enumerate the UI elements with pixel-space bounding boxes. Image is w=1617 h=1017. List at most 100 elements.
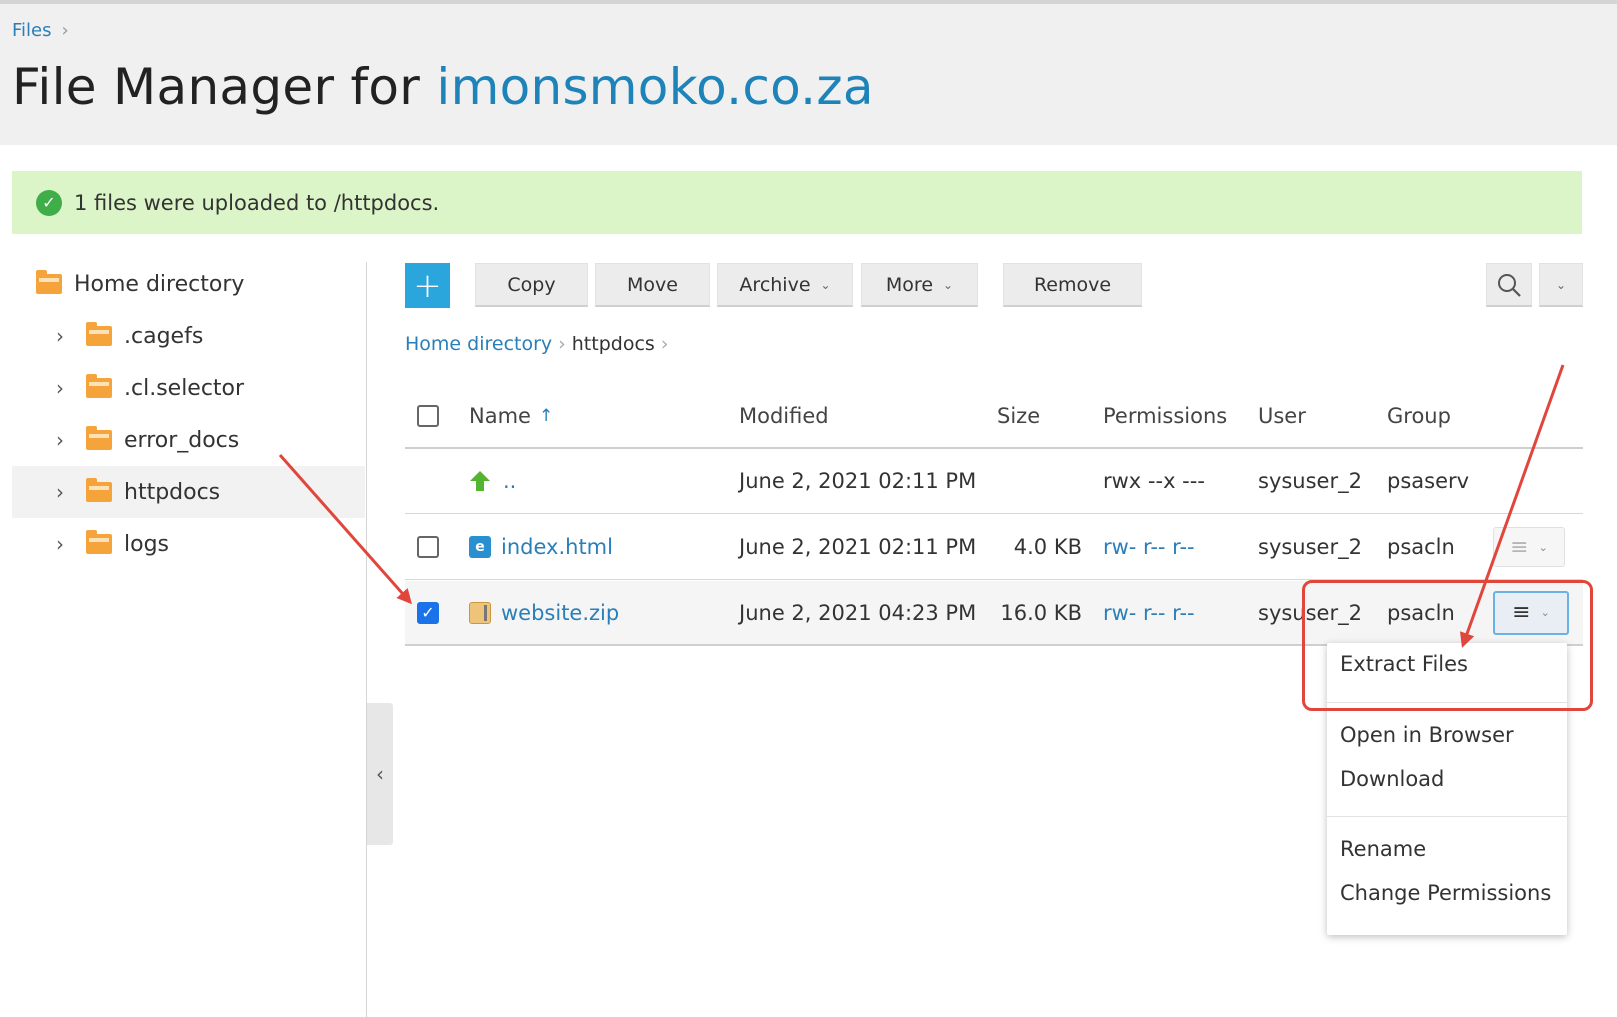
row-actions-menu: Extract Files Open in Browser Download R…: [1327, 643, 1567, 935]
breadcrumb-files-link[interactable]: Files: [12, 20, 52, 41]
parent-directory-icon: [470, 471, 490, 491]
chevron-right-icon[interactable]: ›: [56, 376, 72, 400]
column-header-user[interactable]: User: [1258, 385, 1306, 447]
modified-cell: June 2, 2021 02:11 PM: [739, 469, 977, 493]
tree-item-logs[interactable]: › logs: [12, 518, 365, 570]
parent-directory-link[interactable]: ..: [503, 469, 516, 493]
search-icon: [1498, 273, 1521, 297]
upload-success-message: ✓ 1 files were uploaded to /httpdocs.: [12, 171, 1582, 234]
size-cell: 4.0 KB: [1013, 535, 1082, 559]
archive-button[interactable]: Archive ⌄: [717, 263, 853, 307]
menu-item-rename[interactable]: Rename: [1340, 837, 1426, 861]
file-name-link[interactable]: index.html: [501, 535, 613, 559]
page-title-domain[interactable]: imonsmoko.co.za: [436, 58, 873, 116]
tree-item-home-directory[interactable]: Home directory: [12, 258, 365, 310]
table-row[interactable]: e index.html June 2, 2021 02:11 PM 4.0 K…: [405, 515, 1583, 580]
chevron-down-icon: ⌄: [1538, 540, 1548, 554]
chevron-down-icon: ⌄: [1555, 277, 1567, 292]
zip-file-icon: [469, 601, 491, 624]
tree-item-error-docs[interactable]: › error_docs: [12, 414, 365, 466]
user-cell: sysuser_2: [1258, 535, 1362, 559]
page-title: File Manager for imonsmoko.co.za: [12, 58, 874, 116]
file-name-cell: e index.html: [469, 515, 613, 579]
row-checkbox-cell: ✓: [417, 581, 439, 644]
row-checkbox[interactable]: ✓: [417, 601, 439, 624]
folder-icon: [86, 530, 112, 554]
tree-item-cl-selector[interactable]: › .cl.selector: [12, 362, 365, 414]
column-header-name[interactable]: Name ↑: [469, 385, 553, 447]
group-cell: psacln: [1387, 600, 1455, 625]
collapse-sidebar-handle[interactable]: ‹: [367, 703, 393, 845]
menu-item-open-in-browser[interactable]: Open in Browser: [1340, 723, 1514, 747]
group-cell: psaserv: [1387, 469, 1470, 493]
file-name-cell: website.zip: [469, 581, 619, 644]
row-actions-button[interactable]: ≡ ⌄: [1493, 590, 1569, 635]
table-row[interactable]: ✓ website.zip June 2, 2021 04:23 PM 16.0…: [405, 581, 1583, 646]
tree-item-label: httpdocs: [124, 479, 221, 505]
file-name-cell: ..: [469, 449, 516, 513]
chevron-right-icon[interactable]: ›: [56, 428, 72, 452]
add-button[interactable]: +: [405, 263, 450, 308]
menu-item-download[interactable]: Download: [1340, 767, 1444, 791]
column-header-name-label: Name: [469, 404, 531, 428]
menu-item-change-permissions[interactable]: Change Permissions: [1340, 881, 1551, 905]
permissions-cell: rwx --x ---: [1103, 469, 1205, 493]
sidebar-divider: [366, 262, 367, 1017]
chevron-down-icon: ⌄: [820, 277, 831, 292]
chevron-right-icon[interactable]: ›: [56, 532, 72, 556]
file-name-link[interactable]: website.zip: [501, 601, 619, 625]
copy-button-label: Copy: [507, 273, 556, 296]
chevron-right-icon[interactable]: ›: [56, 324, 72, 348]
tree-item-cagefs[interactable]: › .cagefs: [12, 310, 365, 362]
chevron-right-icon: ›: [660, 333, 669, 355]
copy-button[interactable]: Copy: [475, 263, 588, 307]
chevron-right-icon: ›: [61, 20, 69, 41]
search-options-button[interactable]: ⌄: [1539, 263, 1583, 307]
more-button[interactable]: More ⌄: [861, 263, 978, 307]
remove-button[interactable]: Remove: [1003, 263, 1142, 307]
group-cell: psacln: [1387, 535, 1455, 559]
page-header: Files › File Manager for imonsmoko.co.za: [0, 0, 1617, 145]
table-row[interactable]: .. June 2, 2021 02:11 PM rwx --x --- sys…: [405, 449, 1583, 514]
menu-item-extract-files[interactable]: Extract Files: [1340, 652, 1468, 676]
select-all-checkbox[interactable]: [417, 405, 439, 427]
folder-icon: [86, 322, 112, 346]
directory-tree: Home directory › .cagefs › .cl.selector …: [12, 258, 365, 570]
breadcrumb-current: httpdocs: [571, 333, 655, 355]
row-actions-cell: ≡ ⌄: [1493, 581, 1569, 644]
row-checkbox-cell: [417, 515, 439, 579]
folder-icon: [36, 270, 62, 294]
page-title-prefix: File Manager for: [12, 58, 421, 116]
modified-cell: June 2, 2021 02:11 PM: [739, 535, 977, 559]
size-cell: 16.0 KB: [1000, 600, 1082, 625]
user-cell: sysuser_2: [1258, 469, 1362, 493]
row-actions-cell: ≡ ⌄: [1493, 515, 1565, 579]
more-button-label: More: [885, 273, 934, 296]
breadcrumb: Files ›: [12, 20, 69, 41]
tree-item-label: Home directory: [74, 271, 245, 297]
tree-item-label: .cagefs: [124, 323, 204, 349]
modified-cell: June 2, 2021 04:23 PM: [739, 600, 977, 625]
permissions-link[interactable]: rw- r-- r--: [1103, 581, 1195, 644]
permissions-link[interactable]: rw- r-- r--: [1103, 515, 1195, 579]
select-all-cell: [417, 385, 439, 447]
remove-button-label: Remove: [1033, 273, 1112, 296]
row-checkbox[interactable]: [417, 536, 439, 558]
column-header-size[interactable]: Size: [997, 385, 1040, 447]
search-button[interactable]: [1486, 263, 1532, 307]
chevron-down-icon: ⌄: [943, 277, 954, 292]
tree-item-httpdocs[interactable]: › httpdocs: [12, 466, 365, 518]
tree-item-label: .cl.selector: [124, 375, 245, 401]
column-header-permissions[interactable]: Permissions: [1103, 385, 1227, 447]
chevron-right-icon: ›: [558, 333, 566, 355]
move-button[interactable]: Move: [595, 263, 710, 307]
breadcrumb-home-link[interactable]: Home directory: [405, 333, 552, 355]
column-header-modified[interactable]: Modified: [739, 385, 829, 447]
move-button-label: Move: [627, 273, 678, 296]
column-header-group[interactable]: Group: [1387, 385, 1451, 447]
chevron-right-icon[interactable]: ›: [56, 480, 72, 504]
chevron-left-icon: ‹: [376, 762, 384, 786]
sort-ascending-icon: ↑: [538, 406, 554, 426]
row-actions-button[interactable]: ≡ ⌄: [1493, 527, 1565, 567]
message-text: 1 files were uploaded to /httpdocs.: [74, 190, 440, 215]
